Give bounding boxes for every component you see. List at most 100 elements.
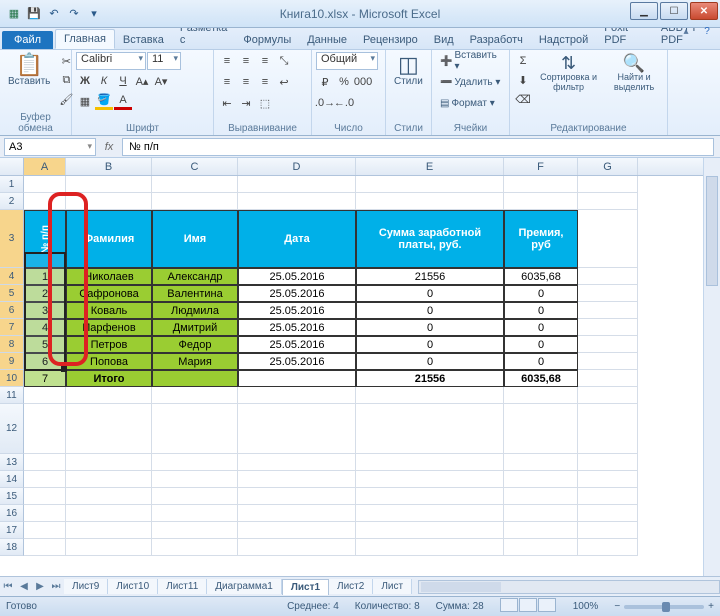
col-header-d[interactable]: D [238,158,356,175]
decrease-indent-icon[interactable]: ⇤ [218,94,236,112]
align-top-icon[interactable]: ≡ [218,52,236,70]
align-right-icon[interactable]: ≡ [256,73,274,91]
cell-salary[interactable]: 0 [356,302,504,319]
wrap-text-icon[interactable]: ↩ [275,73,293,91]
delete-cells-button[interactable]: ➖Удалить ▾ [436,73,504,91]
align-left-icon[interactable]: ≡ [218,73,236,91]
header-surname[interactable]: Фамилия [66,210,152,268]
cell-salary[interactable]: 21556 [356,370,504,387]
cell-date[interactable]: 25.05.2016 [238,302,356,319]
cell-date[interactable]: 25.05.2016 [238,336,356,353]
cell-bonus[interactable]: 0 [504,319,578,336]
cell-name[interactable]: Мария [152,353,238,370]
increase-decimal-icon[interactable]: .0→ [316,94,334,112]
sheet-nav-prev-icon[interactable]: ◀ [16,581,32,592]
row-header[interactable]: 9 [0,353,24,370]
scroll-thumb[interactable] [421,582,501,592]
cell-surname[interactable]: Парфенов [66,319,152,336]
cell-surname[interactable]: Петров [66,336,152,353]
sheet-nav-next-icon[interactable]: ▶ [32,581,48,592]
cell-bonus[interactable]: 0 [504,285,578,302]
row-header[interactable]: 13 [0,454,24,471]
cell-name[interactable]: Дмитрий [152,319,238,336]
header-date[interactable]: Дата [238,210,356,268]
cell-salary[interactable]: 21556 [356,268,504,285]
sheet-tab[interactable]: Лист [373,579,412,594]
col-header-g[interactable]: G [578,158,638,175]
row-header[interactable]: 18 [0,539,24,556]
zoom-slider[interactable] [624,605,704,609]
scroll-thumb[interactable] [706,176,718,286]
cell-surname[interactable]: Попова [66,353,152,370]
cell-num[interactable]: 7 [24,370,66,387]
font-color-icon[interactable]: A [114,92,132,110]
cell-surname[interactable]: Николаев [66,268,152,285]
bold-icon[interactable]: Ж [76,72,94,90]
cell-num[interactable]: 2 [24,285,66,302]
sheet-nav-first-icon[interactable]: ⏮ [0,581,16,592]
cell-num[interactable]: 4 [24,319,66,336]
cell-surname[interactable]: Сафронова [66,285,152,302]
italic-icon[interactable]: К [95,72,113,90]
increase-font-icon[interactable]: A▴ [133,72,151,90]
row-header[interactable]: 6 [0,302,24,319]
zoom-knob[interactable] [662,602,670,612]
number-format-combo[interactable]: Общий [316,52,378,70]
sheet-nav-last-icon[interactable]: ⏭ [48,581,64,592]
tab-addins[interactable]: Надстрой [531,31,596,49]
tab-developer[interactable]: Разработч [462,31,531,49]
insert-function-icon[interactable]: fx [100,141,118,153]
col-header-c[interactable]: C [152,158,238,175]
cell-surname[interactable]: Итого [66,370,152,387]
col-header-b[interactable]: B [66,158,152,175]
row-header[interactable]: 17 [0,522,24,539]
cell-bonus[interactable]: 0 [504,336,578,353]
save-icon[interactable]: 💾 [26,6,42,22]
clear-icon[interactable]: ⌫ [514,90,532,108]
insert-cells-button[interactable]: ➕Вставить ▾ [436,52,505,70]
cell-num[interactable]: 5 [24,336,66,353]
name-box[interactable]: A3 [4,138,96,156]
cell-salary[interactable]: 0 [356,285,504,302]
percent-icon[interactable]: % [335,73,353,91]
merge-icon[interactable]: ⬚ [256,94,274,112]
cell-salary[interactable]: 0 [356,319,504,336]
tab-home[interactable]: Главная [55,29,115,49]
sort-filter-button[interactable]: ⇅ Сортировка и фильтр [535,52,602,94]
col-header-e[interactable]: E [356,158,504,175]
increase-indent-icon[interactable]: ⇥ [237,94,255,112]
formula-input[interactable]: № п/п [122,138,714,156]
sheet-tab[interactable]: Лист9 [64,579,108,594]
decrease-font-icon[interactable]: A▾ [152,72,170,90]
maximize-button[interactable] [660,2,688,20]
paste-button[interactable]: 📋 Вставить [4,52,54,89]
header-salary[interactable]: Сумма заработной платы, руб. [356,210,504,268]
cell-name[interactable]: Александр [152,268,238,285]
cell-name[interactable]: Валентина [152,285,238,302]
sheet-tab[interactable]: Диаграмма1 [207,579,282,594]
tab-review[interactable]: Рецензиро [355,31,426,49]
sheet-tab[interactable]: Лист11 [158,579,207,594]
minimize-button[interactable] [630,2,658,20]
view-buttons[interactable] [500,598,557,615]
row-header[interactable]: 2 [0,193,24,210]
close-button[interactable] [690,2,718,20]
find-select-button[interactable]: 🔍 Найти и выделить [605,52,663,94]
cell-bonus[interactable]: 0 [504,302,578,319]
font-name-combo[interactable]: Calibri [76,52,146,70]
row-header[interactable]: 3 [0,210,24,268]
row-header[interactable]: 11 [0,387,24,404]
zoom-level[interactable]: 100% [573,601,599,612]
cell-name[interactable] [152,370,238,387]
zoom-out-icon[interactable]: − [614,601,620,612]
cell-bonus[interactable]: 0 [504,353,578,370]
select-all-corner[interactable] [0,158,24,175]
cell-date[interactable] [238,370,356,387]
cell-num[interactable]: 3 [24,302,66,319]
styles-button[interactable]: ◫ Стили [390,52,427,89]
row-header[interactable]: 14 [0,471,24,488]
align-middle-icon[interactable]: ≡ [237,52,255,70]
underline-icon[interactable]: Ч [114,72,132,90]
cell-date[interactable]: 25.05.2016 [238,353,356,370]
cell-bonus[interactable]: 6035,68 [504,370,578,387]
